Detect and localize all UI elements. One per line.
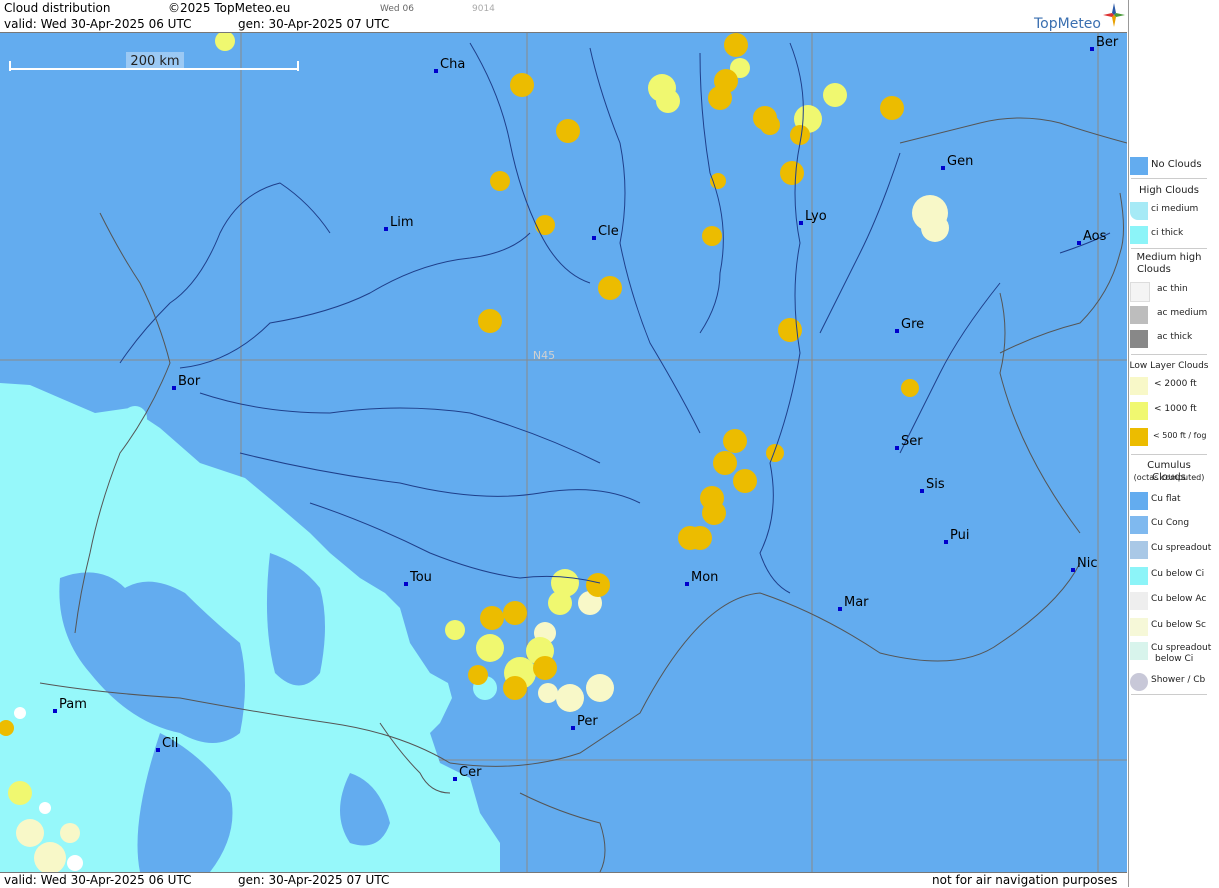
latitude-label: N45 [533, 349, 555, 362]
city-marker-dot [1071, 568, 1075, 572]
city-aos: Aos [1077, 229, 1107, 245]
legend-cu-flat: Cu flat [1129, 490, 1209, 512]
city-mon: Mon [685, 570, 718, 586]
footer-bar: valid: Wed 30-Apr-2025 06 UTC gen: 30-Ap… [0, 872, 1127, 888]
city-marker-dot [384, 227, 388, 231]
footer-valid-time: valid: Wed 30-Apr-2025 06 UTC [4, 873, 192, 887]
scale-label: 200 km [130, 54, 179, 69]
legend-ac-medium: ac medium [1129, 304, 1209, 326]
city-label: Bor [178, 374, 201, 389]
legend-panel: No Clouds High Clouds ci medium ci thick… [1128, 0, 1219, 887]
header-bar: Cloud distribution ©2025 TopMeteo.eu Wed… [0, 0, 1127, 33]
city-nic: Nic [1071, 556, 1097, 572]
city-label: Gen [947, 154, 973, 169]
legend-cu-spreadout: Cu spreadout [1129, 539, 1211, 561]
city-lyo: Lyo [799, 209, 827, 225]
city-marker-dot [53, 709, 57, 713]
city-gen: Gen [941, 154, 973, 170]
small-day-label: Wed 06 [380, 4, 414, 14]
city-label: Mon [691, 570, 718, 585]
city-cha: Cha [434, 57, 465, 73]
city-label: Sis [926, 477, 945, 492]
city-label: Cle [598, 224, 619, 239]
city-marker-dot [895, 329, 899, 333]
city-label: Nic [1077, 556, 1097, 571]
city-label: Ser [901, 434, 923, 449]
city-marker-dot [571, 726, 575, 730]
cloud-map[interactable]: 200 km N45 Cha Ber Gen Lim Cle Lyo Aos Gre Bor Se… [0, 33, 1127, 872]
map-title: Cloud distribution [4, 1, 111, 15]
legend-cu-spreadout-below-ci: Cu spreadout below Ci [1129, 640, 1211, 670]
city-label: Pui [950, 528, 969, 543]
map-canvas: 200 km N45 Cha Ber Gen Lim Cle Lyo Aos Gre Bor Se… [0, 33, 1127, 872]
generated-time: gen: 30-Apr-2025 07 UTC [238, 17, 390, 31]
city-pui: Pui [944, 528, 969, 544]
city-lim: Lim [384, 215, 414, 231]
city-ber: Ber [1090, 35, 1119, 51]
city-marker-dot [895, 446, 899, 450]
city-marker-dot [453, 777, 457, 781]
legend-high-head: High Clouds [1139, 185, 1199, 196]
city-marker-dot [434, 69, 438, 73]
disclaimer-text: not for air navigation purposes [932, 873, 1118, 887]
city-marker-dot [592, 236, 596, 240]
city-mar: Mar [838, 595, 869, 611]
city-marker-dot [920, 489, 924, 493]
legend-cu-below-ci: Cu below Ci [1129, 565, 1209, 587]
city-bor: Bor [172, 374, 201, 390]
legend-low-500: < 500 ft / fog [1129, 426, 1209, 448]
city-sis: Sis [920, 477, 945, 493]
city-label: Gre [901, 317, 924, 332]
legend-low-2000: < 2000 ft [1129, 375, 1209, 397]
city-ser: Ser [895, 434, 923, 450]
legend-medium-head: Medium high [1136, 252, 1202, 263]
city-label: Per [577, 714, 598, 729]
city-marker-dot [172, 386, 176, 390]
small-code-label: 9014 [472, 4, 495, 14]
city-marker-dot [838, 607, 842, 611]
city-label: Aos [1083, 229, 1107, 244]
city-gre: Gre [895, 317, 924, 333]
legend-ci-medium: ci medium [1129, 200, 1209, 222]
legend-low-head: Low Layer Clouds [1129, 361, 1209, 371]
legend-shower: Shower / Cb [1129, 671, 1209, 693]
legend-ci-thick: ci thick [1129, 224, 1209, 246]
city-label: Cha [440, 57, 465, 72]
legend-ac-thin: ac thin [1129, 280, 1209, 302]
swatch-no-clouds [1130, 157, 1148, 175]
scale-bar: 200 km [9, 52, 299, 71]
legend-ac-thick: ac thick [1129, 328, 1209, 350]
legend-cu-cong: Cu Cong [1129, 514, 1209, 536]
legend-low-1000: < 1000 ft [1129, 400, 1209, 422]
city-label: Tou [409, 570, 432, 585]
compass-logo-icon [1103, 3, 1125, 27]
city-label: Cil [162, 736, 178, 751]
valid-time: valid: Wed 30-Apr-2025 06 UTC [4, 17, 192, 31]
city-marker-dot [404, 582, 408, 586]
copyright-text: ©2025 TopMeteo.eu [168, 1, 291, 15]
city-marker-dot [1090, 47, 1094, 51]
city-tou: Tou [404, 570, 432, 586]
city-label: Pam [59, 697, 87, 712]
city-label: Cer [459, 765, 482, 780]
city-label: Lim [390, 215, 414, 230]
city-pam: Pam [53, 697, 87, 713]
city-label: Ber [1096, 35, 1119, 50]
legend-no-clouds: No Clouds [1129, 155, 1209, 177]
city-marker-dot [1077, 241, 1081, 245]
city-label: Mar [844, 595, 869, 610]
city-marker-dot [156, 748, 160, 752]
city-cle: Cle [592, 224, 619, 240]
city-per: Per [571, 714, 598, 730]
footer-generated-time: gen: 30-Apr-2025 07 UTC [238, 873, 390, 887]
city-marker-dot [941, 166, 945, 170]
legend-cu-below-sc: Cu below Sc [1129, 616, 1209, 638]
legend-cu-below-ac: Cu below Ac [1129, 590, 1209, 612]
city-marker-dot [944, 540, 948, 544]
city-marker-dot [685, 582, 689, 586]
city-label: Lyo [805, 209, 827, 224]
brand-logo-text: TopMeteo [1034, 16, 1101, 32]
city-marker-dot [799, 221, 803, 225]
